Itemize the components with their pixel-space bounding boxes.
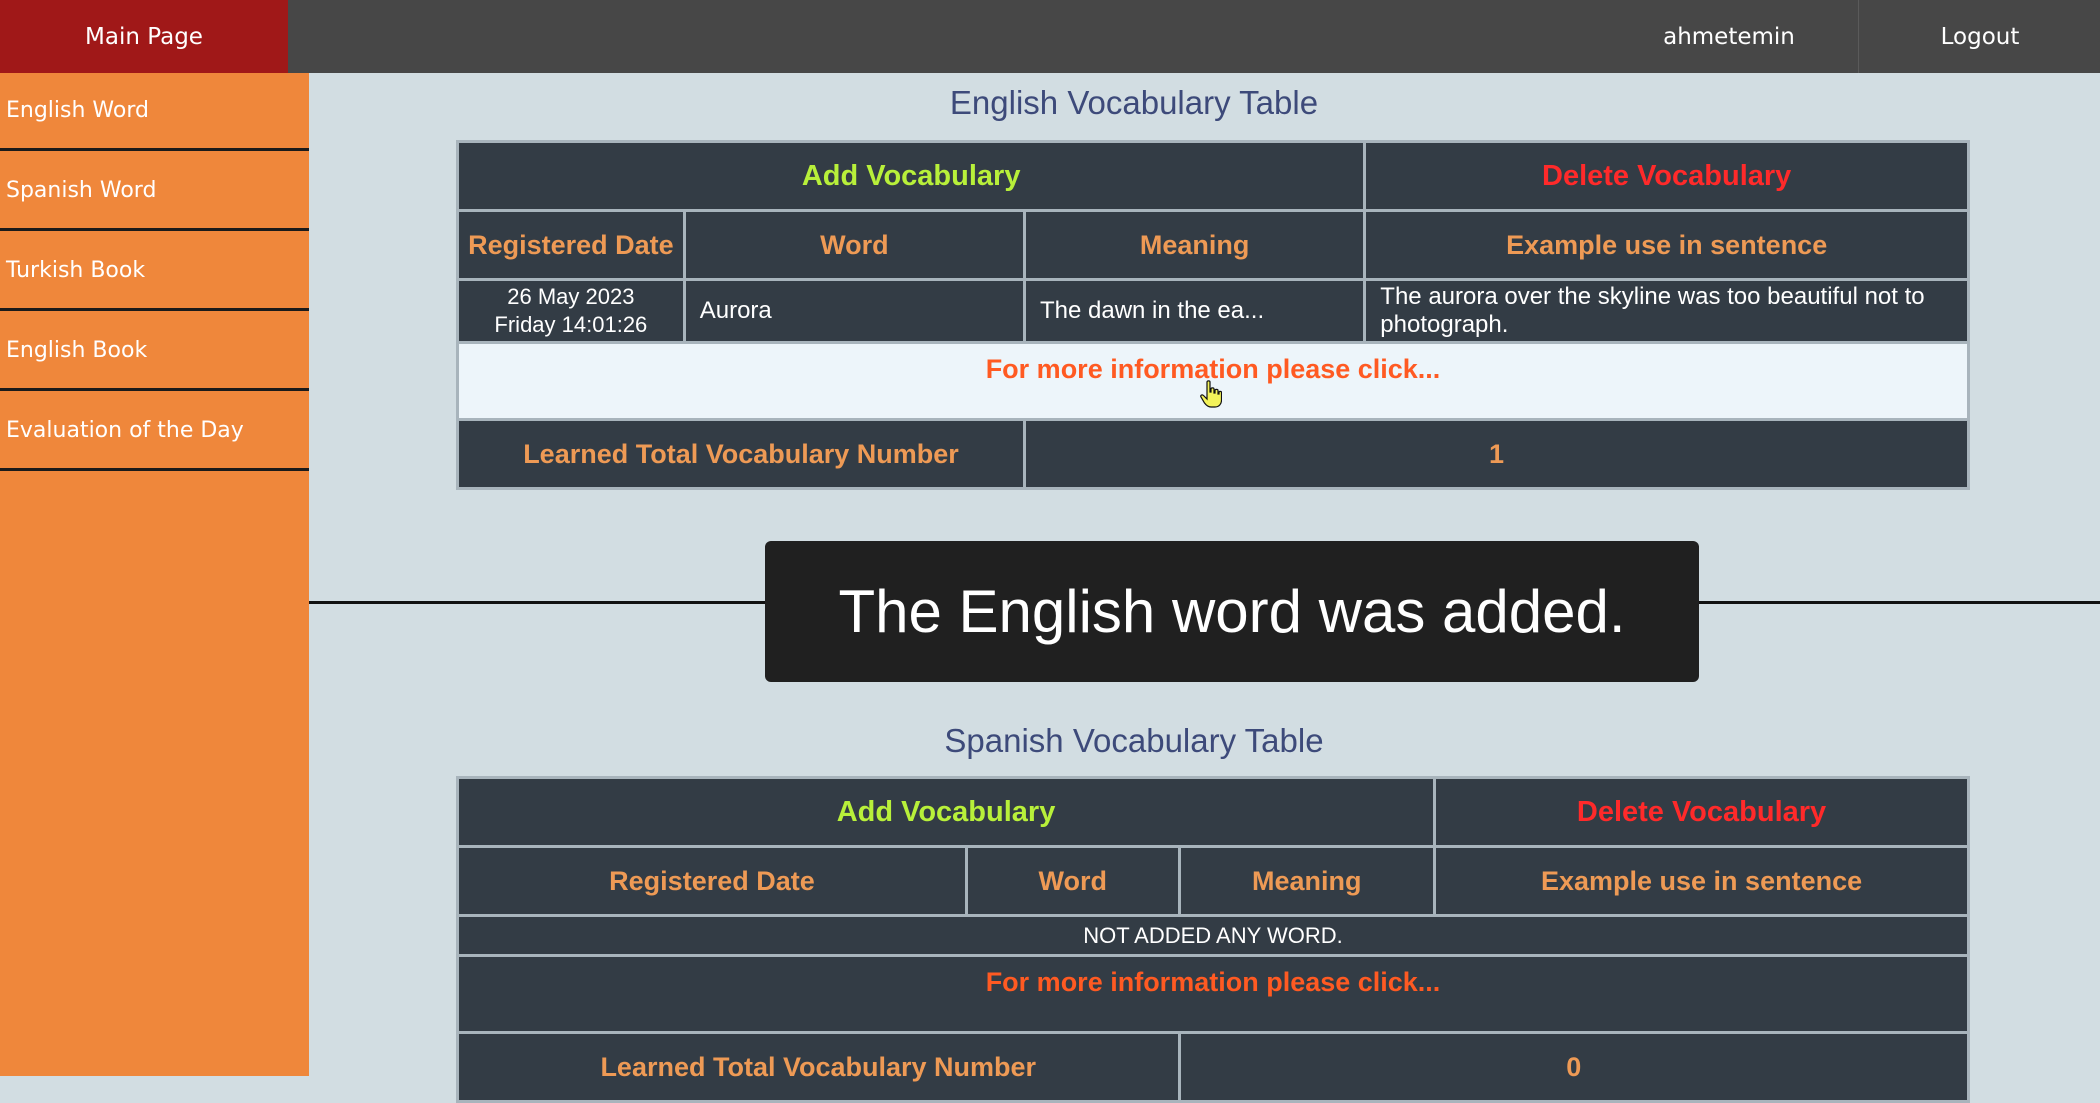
sidebar: English Word Spanish Word Turkish Book E… (0, 73, 309, 1076)
column-header-registered-date: Registered Date (456, 209, 686, 281)
hand-cursor-icon (1200, 380, 1222, 408)
empty-state-message: NOT ADDED ANY WORD. (456, 914, 1970, 957)
spanish-vocabulary-table: Add Vocabulary Delete Vocabulary Registe… (455, 776, 1970, 1103)
column-header-registered-date: Registered Date (456, 845, 968, 917)
sidebar-item-english-book[interactable]: English Book (0, 313, 309, 391)
meaning-cell[interactable]: The dawn in the ea... (1022, 278, 1367, 344)
english-delete-vocabulary-button[interactable]: Delete Vocabulary (1363, 140, 1970, 212)
column-header-meaning: Meaning (1022, 209, 1367, 281)
english-total-label: Learned Total Vocabulary Number (456, 418, 1026, 490)
logout-button[interactable]: Logout (1858, 0, 2100, 73)
spanish-add-vocabulary-button[interactable]: Add Vocabulary (455, 776, 1437, 848)
column-header-meaning: Meaning (1177, 845, 1437, 917)
sidebar-item-english-word[interactable]: English Word (0, 73, 309, 151)
spanish-delete-vocabulary-button[interactable]: Delete Vocabulary (1433, 776, 1970, 848)
username-label[interactable]: ahmetemin (1600, 0, 1858, 73)
day-time-line: Friday 14:01:26 (494, 312, 648, 337)
english-table-title: English Vocabulary Table (949, 84, 1319, 121)
column-header-word: Word (964, 845, 1181, 917)
date-line: 26 May 2023 (507, 284, 635, 309)
sidebar-item-turkish-book[interactable]: Turkish Book (0, 233, 309, 311)
toast-notification: The English word was added. (765, 541, 1699, 682)
spanish-total-label: Learned Total Vocabulary Number (456, 1031, 1181, 1103)
english-add-vocabulary-button[interactable]: Add Vocabulary (455, 140, 1367, 212)
spanish-table-title: Spanish Vocabulary Table (944, 722, 1324, 759)
english-vocabulary-table: Add Vocabulary Delete Vocabulary Registe… (455, 140, 1971, 490)
english-total-value: 1 (1022, 418, 1971, 490)
sidebar-item-evaluation-of-the-day[interactable]: Evaluation of the Day (0, 393, 309, 471)
example-cell: The aurora over the skyline was too beau… (1363, 278, 1970, 344)
column-header-word: Word (682, 209, 1026, 281)
word-cell: Aurora (682, 278, 1026, 344)
spanish-more-info-link[interactable]: For more information please click... (456, 954, 1970, 1034)
main-page-link[interactable]: Main Page (0, 0, 288, 73)
column-header-example: Example use in sentence (1363, 209, 1970, 281)
sidebar-item-spanish-word[interactable]: Spanish Word (0, 153, 309, 231)
column-header-example: Example use in sentence (1433, 845, 1970, 917)
registered-date-cell: 26 May 2023 Friday 14:01:26 (456, 278, 686, 344)
table-row: 26 May 2023 Friday 14:01:26 Aurora The d… (456, 278, 1970, 344)
spanish-total-value: 0 (1177, 1031, 1970, 1103)
